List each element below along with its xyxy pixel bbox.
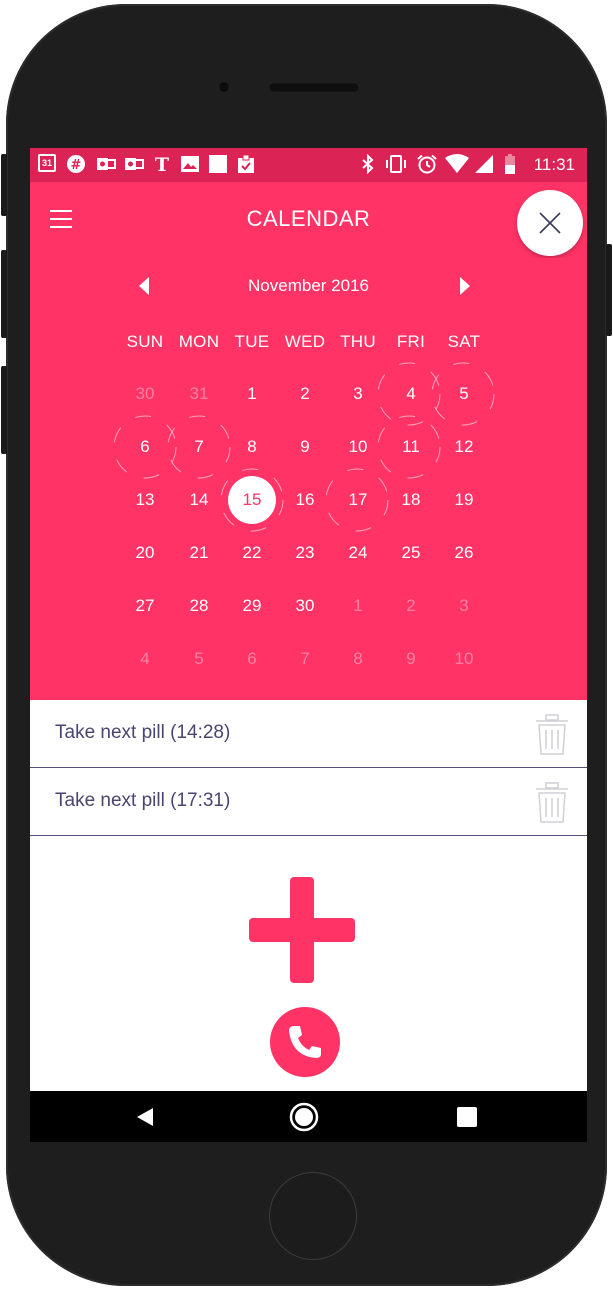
back-icon[interactable] xyxy=(133,1104,159,1130)
weekday-thu: THU xyxy=(340,332,376,351)
calendar-day[interactable]: 19 xyxy=(440,476,488,524)
event-list-item[interactable]: Take next pill (17:31) xyxy=(30,768,587,836)
calendar-day[interactable]: 5 xyxy=(440,370,488,418)
calendar-day[interactable]: 27 xyxy=(121,582,169,630)
calendar-day[interactable]: 7 xyxy=(175,423,223,471)
page-title: CALENDAR xyxy=(246,206,371,231)
trash-icon[interactable] xyxy=(535,714,569,756)
calendar-day[interactable]: 16 xyxy=(281,476,329,524)
calendar: November 2016 SUN MON TUE WED THU FRI SA… xyxy=(30,258,587,700)
svg-text:T: T xyxy=(155,154,169,174)
signal-icon xyxy=(475,155,493,173)
app-bar: CALENDAR xyxy=(30,182,587,258)
weekday-mon: MON xyxy=(178,332,220,351)
calendar-day[interactable]: 1 xyxy=(334,582,382,630)
calendar-day[interactable]: 29 xyxy=(228,582,276,630)
call-button[interactable] xyxy=(270,1007,340,1077)
alarm-icon xyxy=(417,154,437,174)
calendar-day[interactable]: 26 xyxy=(440,529,488,577)
calendar-day[interactable]: 21 xyxy=(175,529,223,577)
calendar-day[interactable]: 20 xyxy=(121,529,169,577)
calendar-day[interactable]: 9 xyxy=(281,423,329,471)
weekday-fri: FRI xyxy=(396,332,426,351)
bluetooth-icon xyxy=(362,154,374,174)
calendar-day[interactable]: 22 xyxy=(228,529,276,577)
system-navigation-bar xyxy=(30,1091,587,1142)
slack-icon: # xyxy=(67,155,85,173)
volume-up-button xyxy=(1,250,7,338)
screen: 31 # T 11:31 CALENDAR November 2016 SUN … xyxy=(30,148,587,1142)
volume-down-button xyxy=(1,366,7,454)
event-label: Take next pill (17:31) xyxy=(55,790,231,811)
weekday-wed: WED xyxy=(284,332,326,351)
calendar-day[interactable]: 10 xyxy=(440,635,488,683)
calendar-day[interactable]: 9 xyxy=(387,635,435,683)
calendar-day[interactable]: 2 xyxy=(281,370,329,418)
clipboard-icon xyxy=(238,154,254,173)
power-button xyxy=(606,244,612,336)
weekday-tue: TUE xyxy=(234,332,270,351)
calendar-day[interactable]: 6 xyxy=(228,635,276,683)
month-navigation: November 2016 xyxy=(30,274,587,298)
earpiece-speaker xyxy=(268,82,360,93)
calendar-day[interactable]: 14 xyxy=(175,476,223,524)
calendar-day[interactable]: 28 xyxy=(175,582,223,630)
phone-icon xyxy=(289,1026,321,1058)
calendar-day[interactable]: 11 xyxy=(387,423,435,471)
vibrate-icon xyxy=(386,155,406,173)
calendar-day[interactable]: 3 xyxy=(440,582,488,630)
calendar-day[interactable]: 7 xyxy=(281,635,329,683)
calendar-day[interactable]: 4 xyxy=(387,370,435,418)
calendar-day[interactable]: 13 xyxy=(121,476,169,524)
close-button[interactable] xyxy=(517,190,583,256)
add-event-button[interactable] xyxy=(248,876,356,984)
nytimes-icon: T xyxy=(155,154,169,174)
weekday-sun: SUN xyxy=(126,332,164,351)
status-time: 11:31 xyxy=(533,155,575,174)
calendar-day[interactable]: 18 xyxy=(387,476,435,524)
side-button xyxy=(1,154,7,216)
calendar-day[interactable]: 17 xyxy=(334,476,382,524)
calendar-day[interactable]: 24 xyxy=(334,529,382,577)
close-icon xyxy=(539,212,561,234)
recent-apps-icon[interactable] xyxy=(454,1104,480,1130)
selected-day[interactable]: 15 xyxy=(228,476,276,524)
svg-text:#: # xyxy=(71,158,82,173)
month-label: November 2016 xyxy=(248,276,369,295)
calendar-day[interactable]: 8 xyxy=(334,635,382,683)
outlook-icon xyxy=(125,158,144,170)
image-icon xyxy=(181,156,199,172)
calendar-day[interactable]: 6 xyxy=(121,423,169,471)
battery-icon xyxy=(505,154,515,174)
next-month-arrow-icon[interactable] xyxy=(452,274,476,298)
wifi-icon xyxy=(445,154,469,173)
event-list-item[interactable]: Take next pill (14:28) xyxy=(30,700,587,768)
square-icon xyxy=(209,155,227,173)
hardware-home-button[interactable] xyxy=(269,1172,357,1260)
calendar-day[interactable]: 10 xyxy=(334,423,382,471)
calendar-day[interactable]: 30 xyxy=(281,582,329,630)
calendar-day[interactable]: 3 xyxy=(334,370,382,418)
calendar-day[interactable]: 12 xyxy=(440,423,488,471)
front-camera xyxy=(218,81,230,93)
calendar-day[interactable]: 5 xyxy=(175,635,223,683)
calendar-day[interactable]: 30 xyxy=(121,370,169,418)
event-label: Take next pill (14:28) xyxy=(55,722,231,743)
calendar-day[interactable]: 8 xyxy=(228,423,276,471)
calendar-day[interactable]: 2 xyxy=(387,582,435,630)
status-bar: 31 # T 11:31 xyxy=(30,148,587,182)
home-icon[interactable] xyxy=(289,1102,319,1132)
calendar-day[interactable]: 25 xyxy=(387,529,435,577)
calendar-day[interactable]: 1 xyxy=(228,370,276,418)
calendar-day[interactable]: 23 xyxy=(281,529,329,577)
calendar-day[interactable]: 4 xyxy=(121,635,169,683)
weekday-sat: SAT xyxy=(447,332,481,351)
outlook-icon xyxy=(97,158,116,170)
calendar-day[interactable]: 31 xyxy=(175,370,223,418)
calendar-icon: 31 xyxy=(38,154,56,172)
trash-icon[interactable] xyxy=(535,782,569,824)
